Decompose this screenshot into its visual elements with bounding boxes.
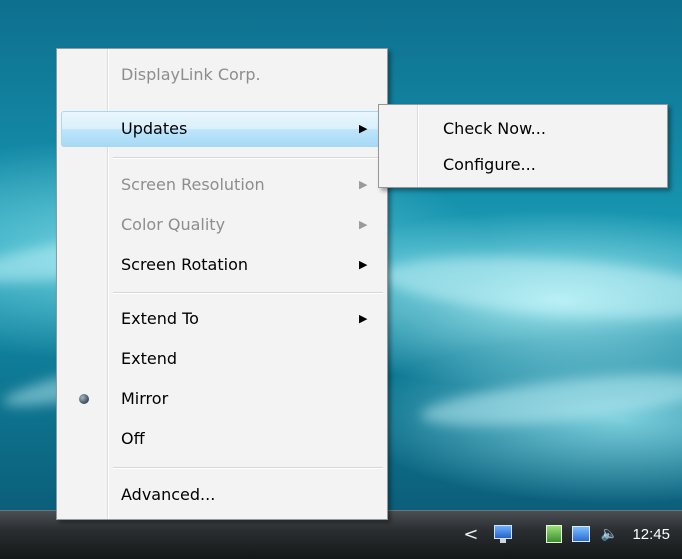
submenu-item-label: Check Now... xyxy=(443,119,546,138)
menu-header-label: DisplayLink Corp. xyxy=(121,65,261,84)
menu-item-label: Color Quality xyxy=(121,215,226,234)
submenu-item-configure[interactable]: Configure... xyxy=(379,147,667,183)
displaylink-icon[interactable] xyxy=(546,525,563,543)
show-hidden-icons-icon[interactable]: < xyxy=(463,524,478,545)
menu-item-label: Extend xyxy=(121,349,177,368)
clock[interactable]: 12:45 xyxy=(632,526,670,543)
menu-item-label: Screen Rotation xyxy=(121,255,249,274)
menu-item-screen-resolution[interactable]: Screen Resolution ▶ xyxy=(57,167,387,203)
submenu-arrow-icon: ▶ xyxy=(359,258,368,271)
menu-item-color-quality[interactable]: Color Quality ▶ xyxy=(57,207,387,243)
submenu-arrow-icon: ▶ xyxy=(359,218,368,231)
submenu-arrow-icon: ▶ xyxy=(359,312,368,325)
menu-item-advanced[interactable]: Advanced... xyxy=(57,477,387,513)
menu-item-label: Advanced... xyxy=(121,485,216,504)
menu-item-off[interactable]: Off xyxy=(57,421,387,457)
menu-separator xyxy=(113,292,383,294)
submenu-arrow-icon: ▶ xyxy=(359,122,368,135)
context-menu: DisplayLink Corp. Updates ▶ Screen Resol… xyxy=(56,48,388,520)
menu-item-label: Mirror xyxy=(121,389,169,408)
radio-selected-icon xyxy=(79,394,89,404)
menu-item-screen-rotation[interactable]: Screen Rotation ▶ xyxy=(57,247,387,283)
menu-item-extend-to[interactable]: Extend To ▶ xyxy=(57,301,387,337)
menu-item-label: Screen Resolution xyxy=(121,175,265,194)
menu-separator xyxy=(113,157,383,159)
system-tray: < 🔈 12:45 xyxy=(463,510,682,558)
volume-icon[interactable]: 🔈 xyxy=(600,526,618,542)
menu-header: DisplayLink Corp. xyxy=(57,57,387,93)
menu-item-label: Updates xyxy=(121,119,188,138)
menu-item-mirror[interactable]: Mirror xyxy=(57,381,387,417)
menu-item-updates[interactable]: Updates ▶ xyxy=(61,111,383,147)
network-icon[interactable] xyxy=(494,525,513,543)
menu-separator xyxy=(113,467,383,469)
updates-submenu: Check Now... Configure... xyxy=(378,104,668,188)
menu-item-label: Extend To xyxy=(121,309,199,328)
submenu-item-label: Configure... xyxy=(443,155,536,174)
menu-item-extend[interactable]: Extend xyxy=(57,341,387,377)
submenu-arrow-icon: ▶ xyxy=(359,178,368,191)
submenu-item-check-now[interactable]: Check Now... xyxy=(379,111,667,147)
network-status-icon[interactable] xyxy=(572,526,591,542)
menu-item-label: Off xyxy=(121,429,145,448)
